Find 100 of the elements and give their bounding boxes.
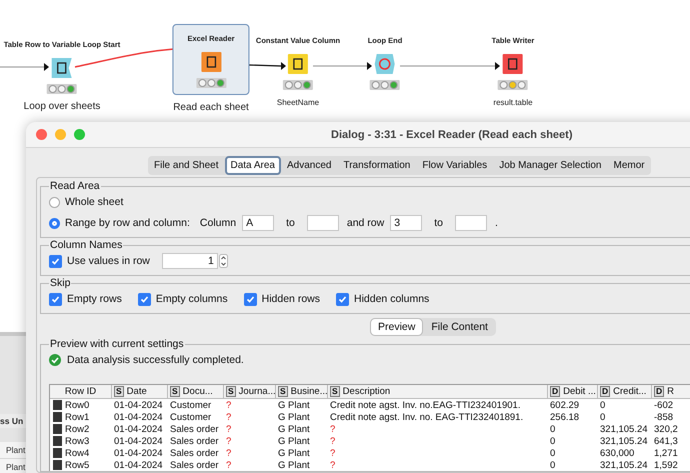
checkbox[interactable] xyxy=(49,254,62,268)
table-cell-text: 321,105.24 xyxy=(599,436,649,446)
table-cell-text: -602 xyxy=(653,400,674,410)
radio-button[interactable] xyxy=(49,196,60,208)
table-cell-text: Credit note agst. Inv. no.EAG-TTI232401901. xyxy=(329,400,522,410)
table-cell-text: 01-04-2024 xyxy=(113,460,164,470)
checkbox[interactable] xyxy=(138,292,151,306)
type-badge: D xyxy=(550,386,560,397)
checkbox[interactable] xyxy=(49,292,62,306)
node-icon[interactable] xyxy=(286,53,310,75)
checkbox-label: Use values in row xyxy=(67,255,150,267)
field-label: . xyxy=(494,217,498,229)
table-cell-text: 256.18 xyxy=(549,412,580,422)
table-cell-text: G Plant xyxy=(277,400,311,410)
missing-value: ? xyxy=(225,424,232,434)
table-cell-text: Sales order xyxy=(169,424,220,434)
table-cell-text: 0 xyxy=(549,424,556,434)
node-icon[interactable] xyxy=(373,53,397,75)
tab[interactable]: Memor xyxy=(607,156,651,174)
field-label: to xyxy=(434,217,443,229)
section-label: Read Area xyxy=(49,180,101,192)
node-icon[interactable] xyxy=(501,53,525,75)
checkbox-label: Hidden columns xyxy=(354,293,430,305)
column-header[interactable]: S Date xyxy=(112,385,168,399)
table-cell-text: 01-04-2024 xyxy=(113,400,164,410)
section-label: Skip xyxy=(49,277,72,289)
checkmark-icon xyxy=(51,256,60,266)
checkmark-icon xyxy=(338,294,347,304)
type-badge: S xyxy=(170,386,180,397)
missing-value: ? xyxy=(225,448,232,458)
column-header[interactable]: Row ID xyxy=(50,385,112,399)
tab[interactable]: Preview xyxy=(370,318,424,336)
tab[interactable]: Advanced xyxy=(280,156,338,174)
input-field[interactable] xyxy=(454,215,487,231)
column-header[interactable]: S Description xyxy=(328,385,548,399)
table-cell-text: 321,105.24 xyxy=(599,424,649,434)
node-icon[interactable] xyxy=(50,57,74,79)
column-header[interactable]: S Docu... xyxy=(168,385,224,399)
column-header[interactable]: D R xyxy=(652,385,690,399)
tab[interactable]: File and Sheet xyxy=(148,156,224,174)
tab[interactable]: File Content xyxy=(423,318,496,336)
row-id: Row1 xyxy=(65,412,90,422)
window-title: Dialog - 3:31 - Excel Reader (Read each sheet) xyxy=(331,128,572,140)
stepper-icon[interactable] xyxy=(218,254,228,268)
tab[interactable]: Flow Variables xyxy=(416,156,494,174)
node-annotation: Loop over sheets xyxy=(24,101,100,112)
table-cell-text: G Plant xyxy=(277,436,311,446)
radio-button[interactable] xyxy=(49,218,60,228)
table-cell-text: 0 xyxy=(599,400,606,410)
table-cell-text: Customer xyxy=(169,400,212,410)
table-cell-text: 01-04-2024 xyxy=(113,424,164,434)
field-label: and row xyxy=(346,217,384,229)
number-field[interactable]: 1 xyxy=(162,253,218,269)
table-cell-text: Customer xyxy=(169,412,212,422)
table-cell-text: G Plant xyxy=(277,424,311,434)
radio-label: Whole sheet xyxy=(65,196,124,208)
row-id: Row3 xyxy=(65,436,90,446)
connection-line xyxy=(248,62,286,70)
table-cell-text: 0 xyxy=(549,460,556,470)
input-field[interactable]: A xyxy=(242,215,274,231)
node-annotation: SheetName xyxy=(276,98,320,107)
checkbox[interactable] xyxy=(336,292,349,306)
column-header[interactable]: D Debit ... xyxy=(548,385,598,399)
connection-line xyxy=(312,62,372,70)
type-badge: S xyxy=(226,386,236,397)
missing-value: ? xyxy=(329,448,336,458)
close-button[interactable] xyxy=(36,129,47,140)
table-cell-text: Sales order xyxy=(169,448,220,458)
table-cell-text: 321,105.24 xyxy=(599,460,649,470)
missing-value: ? xyxy=(329,460,336,470)
column-header[interactable]: S Busine... xyxy=(276,385,328,399)
tab[interactable]: Job Manager Selection xyxy=(493,156,608,174)
table-cell-text: 0 xyxy=(599,412,606,422)
tab[interactable]: Transformation xyxy=(337,156,416,174)
table-cell-text: Sales order xyxy=(169,436,220,446)
checkbox[interactable] xyxy=(244,292,257,306)
tab[interactable]: Data Area xyxy=(224,156,281,174)
input-field[interactable] xyxy=(306,215,339,231)
node-icon[interactable] xyxy=(199,51,223,73)
missing-value: ? xyxy=(329,424,336,434)
column-header[interactable]: D Credit... xyxy=(598,385,652,399)
row-id: Row0 xyxy=(65,400,90,410)
row-id: Row5 xyxy=(65,460,90,470)
table-cell-text: 01-04-2024 xyxy=(113,448,164,458)
field-label: to xyxy=(286,217,295,229)
input-field[interactable]: 3 xyxy=(390,215,422,231)
table-cell-text: 602.29 xyxy=(549,400,580,410)
column-header[interactable]: S Journa... xyxy=(224,385,276,399)
type-badge: S xyxy=(330,386,340,397)
table-cell-text: 01-04-2024 xyxy=(113,436,164,446)
table-cell-text: Credit note agst. Inv. no. EAG-TTI232401891. xyxy=(329,412,524,422)
node-annotation: result.table xyxy=(493,98,533,107)
type-badge: D xyxy=(654,386,664,397)
table-cell-text: G Plant xyxy=(277,460,311,470)
table-cell-text: 01-04-2024 xyxy=(113,412,164,422)
zoom-button[interactable] xyxy=(74,129,85,140)
type-badge: D xyxy=(600,386,610,397)
table-cell-text: 1,271 xyxy=(653,448,679,458)
section-label: Preview with current settings xyxy=(49,338,185,350)
type-badge: S xyxy=(114,386,124,397)
